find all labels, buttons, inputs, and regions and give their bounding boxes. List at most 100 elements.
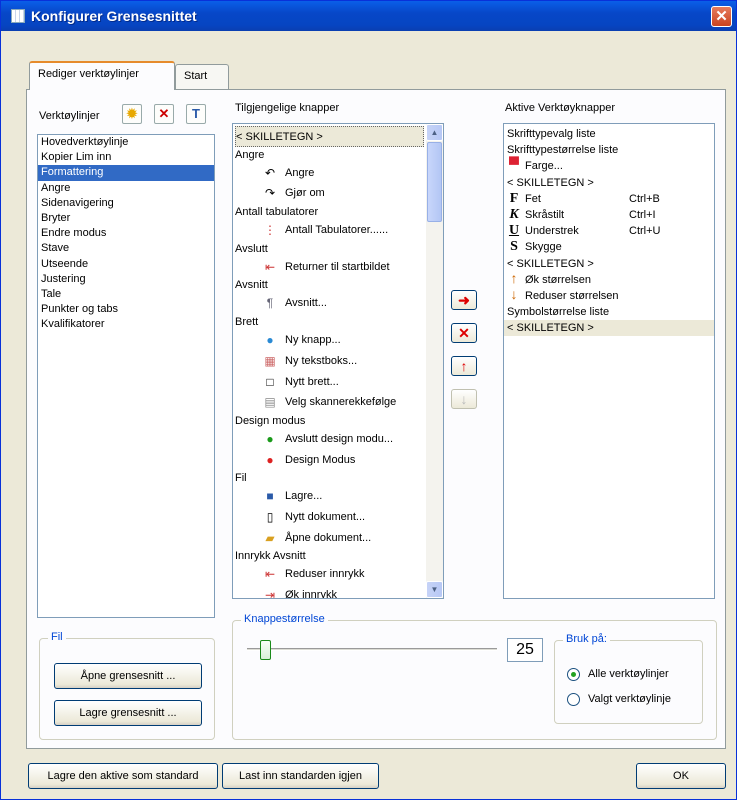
available-item[interactable]: ⋮ Antall Tabulatorer...... xyxy=(233,220,426,241)
available-item[interactable]: ⇤ Reduser innrykk xyxy=(233,564,426,585)
active-item[interactable]: ↓ Reduser størrelsen xyxy=(504,288,714,304)
toolbar-list-item[interactable]: Endre modus xyxy=(38,226,214,241)
available-item-label: Avsnitt xyxy=(235,279,268,292)
new-toolbar-icon[interactable]: ✹ xyxy=(122,104,142,124)
available-scrollbar[interactable]: ▲ ▼ xyxy=(426,124,443,598)
active-item[interactable]: ▀ Farge... xyxy=(504,158,714,174)
active-item[interactable]: < SKILLETEGN > xyxy=(504,256,714,272)
available-category[interactable]: Avslutt xyxy=(233,241,426,257)
title-bar: Konfigurer Grensesnittet ✕ xyxy=(1,1,736,31)
available-item[interactable]: ■ Lagre... xyxy=(233,486,426,507)
rename-toolbar-icon[interactable]: T xyxy=(186,104,206,124)
shortcut-label: Ctrl+I xyxy=(629,208,656,221)
tab-edit-toolbars[interactable]: Rediger verktøylinjer xyxy=(29,61,175,90)
active-buttons-list[interactable]: Skrifttypevalg liste Skrifttypestørrelse … xyxy=(503,123,715,599)
available-category[interactable]: Design modus xyxy=(233,413,426,429)
available-category[interactable]: Antall tabulatorer xyxy=(233,204,426,220)
toolbar-list-item[interactable]: Hovedverktøylinje xyxy=(38,135,214,150)
load-default-button[interactable]: Last inn standarden igjen xyxy=(222,763,379,789)
app-icon xyxy=(11,9,25,23)
toolbar-list-item[interactable]: Bryter xyxy=(38,211,214,226)
size-slider-track[interactable] xyxy=(247,648,497,651)
available-item[interactable]: □ Nytt brett... xyxy=(233,372,426,393)
available-item[interactable]: ⇤ Returner til startbildet xyxy=(233,257,426,278)
available-category[interactable]: Brett xyxy=(233,314,426,330)
available-buttons-label: Tilgjengelige knapper xyxy=(235,102,340,114)
toolbar-list-item[interactable]: Angre xyxy=(38,181,214,196)
available-item[interactable]: < SKILLETEGN > xyxy=(235,126,424,147)
save-interface-button[interactable]: Lagre grensesnitt ... xyxy=(54,700,202,726)
add-button[interactable]: ➜ xyxy=(451,290,477,310)
available-category[interactable]: Angre xyxy=(233,147,426,163)
available-item-label: < SKILLETEGN > xyxy=(236,131,323,143)
available-item[interactable]: ▰ Åpne dokument... xyxy=(233,528,426,549)
available-item[interactable]: ● Avslutt design modu... xyxy=(233,429,426,450)
apply-to-group: Bruk på: xyxy=(554,633,703,724)
button-icon: ⇥ xyxy=(264,588,276,599)
active-item-label: Symbolstørrelse liste xyxy=(507,306,610,319)
shortcut-label: Ctrl+U xyxy=(629,225,661,238)
toolbar-list-item[interactable]: Sidenavigering xyxy=(38,196,214,211)
active-item[interactable]: ↑ Øk størrelsen xyxy=(504,272,714,288)
scroll-down-button[interactable]: ▼ xyxy=(426,581,443,598)
save-as-default-button[interactable]: Lagre den aktive som standard xyxy=(28,763,218,789)
format-icon: F xyxy=(509,190,519,206)
remove-button[interactable]: ✕ xyxy=(451,323,477,343)
active-item[interactable]: F Fet Ctrl+B xyxy=(504,191,714,207)
available-buttons-list[interactable]: < SKILLETEGN > Angre ↶ Angre ↷ Gjør om Antall … xyxy=(232,123,444,599)
toolbar-list-item[interactable]: Kopier Lim inn xyxy=(38,150,214,165)
toolbar-list-item[interactable]: Stave xyxy=(38,241,214,256)
move-up-button[interactable]: ↑ xyxy=(451,356,477,376)
apply-all-label: Alle verktøylinjer xyxy=(588,668,669,680)
available-category[interactable]: Innrykk Avsnitt xyxy=(233,548,426,564)
button-size-label: Knappestørrelse xyxy=(241,613,328,625)
button-icon: ↶ xyxy=(264,165,276,180)
button-icon: ⇤ xyxy=(264,567,276,582)
active-item[interactable]: U Understrek Ctrl+U xyxy=(504,223,714,239)
available-item[interactable]: ⇥ Øk innrykk xyxy=(233,585,426,599)
scroll-up-button[interactable]: ▲ xyxy=(426,124,443,141)
button-icon: ▤ xyxy=(264,395,276,410)
size-slider-thumb[interactable] xyxy=(259,640,271,660)
active-item[interactable]: Symbolstørrelse liste xyxy=(504,304,714,320)
available-item[interactable]: ● Ny knapp... xyxy=(233,330,426,351)
active-item[interactable]: < SKILLETEGN > xyxy=(504,320,714,337)
open-interface-button[interactable]: Åpne grensesnitt ... xyxy=(54,663,202,689)
available-item[interactable]: ▦ Ny tekstboks... xyxy=(233,351,426,372)
toolbar-list-item[interactable]: Formattering xyxy=(38,165,214,181)
active-item[interactable]: S Skygge xyxy=(504,239,714,255)
available-item[interactable]: ¶ Avsnitt... xyxy=(233,293,426,314)
available-category[interactable]: Fil xyxy=(233,470,426,486)
available-item[interactable]: ● Design Modus xyxy=(233,450,426,471)
delete-toolbar-icon[interactable]: ✕ xyxy=(154,104,174,124)
apply-selected-radio[interactable] xyxy=(567,693,580,706)
available-item-label: Angre xyxy=(285,166,315,179)
active-item[interactable]: Skrifttypestørrelse liste xyxy=(504,142,714,158)
close-button[interactable]: ✕ xyxy=(711,6,732,27)
available-item-label: Åpne dokument... xyxy=(285,531,372,544)
toolbar-list-item[interactable]: Utseende xyxy=(38,257,214,272)
toolbar-list-item[interactable]: Justering xyxy=(38,272,214,287)
available-item[interactable]: ↷ Gjør om xyxy=(233,183,426,204)
tab-start[interactable]: Start xyxy=(175,64,229,89)
available-item[interactable]: ▯ Nytt dokument... xyxy=(233,507,426,528)
available-item-label: Design modus xyxy=(235,414,306,427)
toolbar-list-item[interactable]: Punkter og tabs xyxy=(38,302,214,317)
toolbars-list[interactable]: Hovedverktøylinje Kopier Lim inn Formatter… xyxy=(37,134,215,618)
available-category[interactable]: Avsnitt xyxy=(233,277,426,293)
move-down-button[interactable]: ↓ xyxy=(451,389,477,409)
ok-button[interactable]: OK xyxy=(636,763,726,789)
available-item[interactable]: ↶ Angre xyxy=(233,163,426,184)
available-item[interactable]: ▤ Velg skannerekkefølge xyxy=(233,392,426,413)
active-item[interactable]: Skrifttypevalg liste xyxy=(504,126,714,142)
active-item[interactable]: < SKILLETEGN > xyxy=(504,175,714,191)
format-icon: ↑ xyxy=(510,271,518,287)
scroll-thumb[interactable] xyxy=(427,142,442,222)
toolbar-list-item[interactable]: Kvalifikatorer xyxy=(38,317,214,332)
active-buttons-label: Aktive Verktøyknapper xyxy=(505,102,616,114)
available-item-label: Nytt dokument... xyxy=(285,510,366,523)
active-item-label: Farge... xyxy=(525,160,563,173)
apply-all-radio[interactable] xyxy=(567,668,580,681)
active-item[interactable]: K Skråstilt Ctrl+I xyxy=(504,207,714,223)
toolbar-list-item[interactable]: Tale xyxy=(38,287,214,302)
